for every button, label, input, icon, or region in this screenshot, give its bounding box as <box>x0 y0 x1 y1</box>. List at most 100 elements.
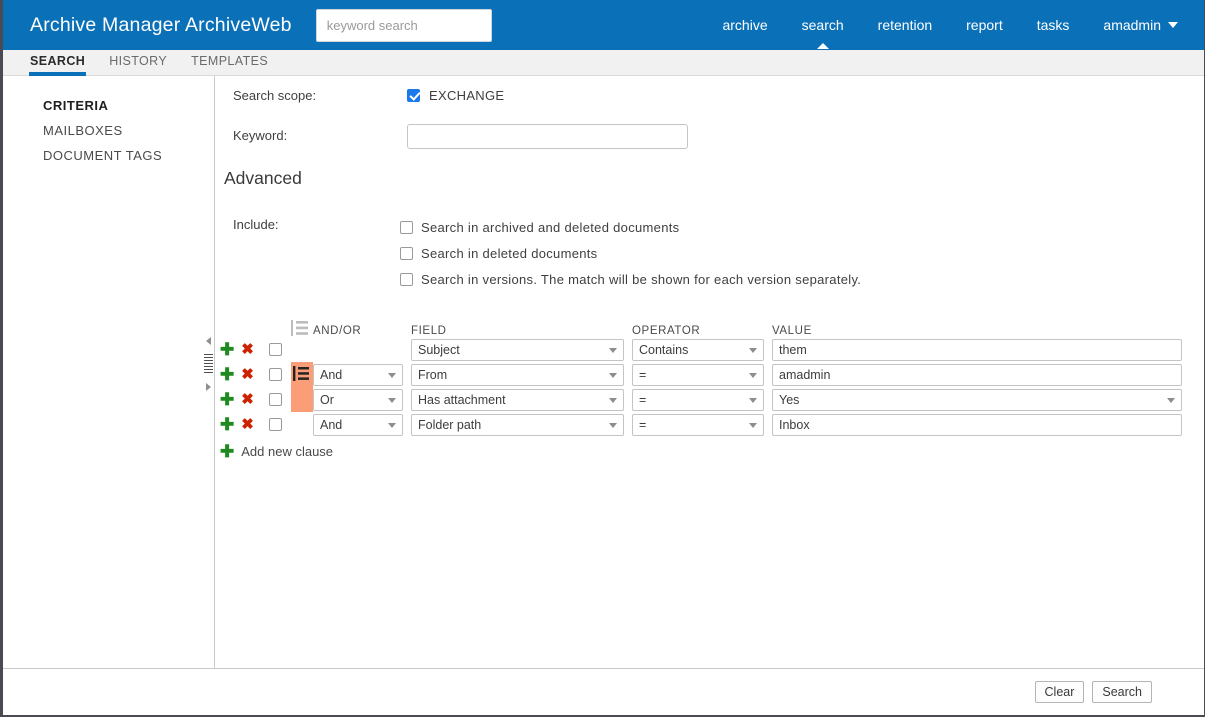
row-field-cell: Has attachment <box>411 388 632 411</box>
add-row-plus-icon[interactable]: ✚ <box>220 366 234 383</box>
clause-table-header: AND/OR FIELD OPERATOR VALUE <box>215 315 1204 337</box>
add-row-plus-icon[interactable]: ✚ <box>220 391 234 408</box>
row-actions: ✚ ✖ <box>215 391 265 408</box>
row-operator-cell: = <box>632 363 772 386</box>
row-actions: ✚ ✖ <box>215 416 265 433</box>
andor-select[interactable]: And <box>313 363 403 386</box>
table-row: ✚ ✖ Or Has attachment = Yes <box>215 387 1204 412</box>
group-clauses-icon[interactable] <box>291 319 313 337</box>
expand-right-arrow-icon[interactable] <box>206 383 211 391</box>
value-select-value: Yes <box>779 392 800 407</box>
operator-select[interactable]: = <box>632 363 764 386</box>
column-header-field: FIELD <box>411 325 447 337</box>
group-handle-icon[interactable] <box>293 366 310 381</box>
column-header-value: VALUE <box>772 325 812 337</box>
scope-exchange-label: EXCHANGE <box>429 88 505 103</box>
row-select-cell <box>265 393 291 406</box>
row-select-checkbox[interactable] <box>269 343 282 356</box>
scope-exchange-checkbox[interactable] <box>407 89 420 102</box>
value-input[interactable] <box>772 413 1182 436</box>
clear-button[interactable]: Clear <box>1034 681 1085 703</box>
include-deleted-checkbox[interactable] <box>400 246 413 260</box>
row-operator-cell: = <box>632 388 772 411</box>
field-select[interactable]: Has attachment <box>411 388 624 411</box>
nav-item-retention[interactable]: retention <box>861 0 949 50</box>
collapse-left-arrow-icon[interactable] <box>206 337 211 345</box>
section-tab-bar: SEARCH HISTORY TEMPLATES <box>3 50 1204 76</box>
field-select-value: Folder path <box>418 417 482 432</box>
field-select-value: Has attachment <box>418 392 506 407</box>
value-input[interactable] <box>772 363 1182 386</box>
sidebar-splitter-handle[interactable] <box>202 337 215 391</box>
add-row-plus-icon[interactable]: ✚ <box>220 341 234 358</box>
table-row: ✚ ✖ Subject Contains them <box>215 337 1204 362</box>
table-row: ✚ ✖ And From = amadmin <box>215 362 1204 387</box>
row-value-cell: Yes <box>772 388 1182 411</box>
sidebar-item-document-tags[interactable]: DOCUMENT TAGS <box>3 143 214 168</box>
row-value-cell <box>772 363 1182 386</box>
row-select-checkbox[interactable] <box>269 393 282 406</box>
row-actions: ✚ ✖ <box>215 366 265 383</box>
search-scope-label: Search scope: <box>233 88 317 103</box>
keyword-field-wrap <box>407 124 688 149</box>
row-group-cell[interactable] <box>291 362 313 387</box>
andor-select[interactable]: Or <box>313 388 403 411</box>
andor-select[interactable]: And <box>313 413 403 436</box>
search-scope-field: EXCHANGE <box>407 88 504 103</box>
keyword-input[interactable] <box>407 124 688 149</box>
row-actions: ✚ ✖ <box>215 341 265 358</box>
add-new-clause-button[interactable]: ✚ Add new clause <box>215 439 333 463</box>
search-button[interactable]: Search <box>1092 681 1152 703</box>
nav-item-archive[interactable]: archive <box>705 0 784 50</box>
operator-select[interactable]: = <box>632 388 764 411</box>
andor-select-value: And <box>320 367 343 382</box>
operator-select-value: = <box>639 417 647 432</box>
field-select-value: Subject <box>418 342 460 357</box>
include-archived-deleted-checkbox[interactable] <box>400 220 413 234</box>
delete-row-cross-icon[interactable]: ✖ <box>241 342 254 357</box>
delete-row-cross-icon[interactable]: ✖ <box>241 367 254 382</box>
row-andor-cell: And <box>313 363 411 386</box>
andor-select-value: Or <box>320 392 334 407</box>
row-select-checkbox[interactable] <box>269 418 282 431</box>
field-select[interactable]: Folder path <box>411 413 624 436</box>
operator-select[interactable]: Contains <box>632 338 764 361</box>
nav-item-report[interactable]: report <box>949 0 1020 50</box>
sidebar-item-mailboxes[interactable]: MAILBOXES <box>3 118 214 143</box>
include-option-row: Search in archived and deleted documents <box>400 214 861 240</box>
value-select[interactable]: Yes <box>772 388 1182 411</box>
field-select[interactable]: Subject <box>411 338 624 361</box>
row-select-cell <box>265 368 291 381</box>
tab-templates[interactable]: TEMPLATES <box>179 50 280 76</box>
row-group-cell <box>291 337 313 362</box>
tab-history[interactable]: HISTORY <box>97 50 179 76</box>
andor-select-value: And <box>320 417 343 432</box>
delete-row-cross-icon[interactable]: ✖ <box>241 417 254 432</box>
include-versions-label: Search in versions. The match will be sh… <box>421 271 862 287</box>
nav-item-search[interactable]: search <box>785 0 861 50</box>
value-input[interactable] <box>772 338 1182 361</box>
sidebar-item-criteria[interactable]: CRITERIA <box>3 93 214 118</box>
nav-item-tasks[interactable]: tasks <box>1020 0 1087 50</box>
plus-icon: ✚ <box>220 441 235 461</box>
top-navigation: archive search retention report tasks am… <box>705 0 1204 50</box>
advanced-section-title: Advanced <box>224 168 302 188</box>
action-footer: Clear Search <box>3 668 1204 715</box>
splitter-grip-icon[interactable] <box>204 353 213 375</box>
user-menu-button[interactable]: amadmin <box>1086 0 1186 50</box>
add-row-plus-icon[interactable]: ✚ <box>220 416 234 433</box>
operator-select[interactable]: = <box>632 413 764 436</box>
delete-row-cross-icon[interactable]: ✖ <box>241 392 254 407</box>
include-versions-checkbox[interactable] <box>400 272 413 286</box>
field-select[interactable]: From <box>411 363 624 386</box>
include-label: Include: <box>233 217 279 232</box>
row-value-cell <box>772 338 1182 361</box>
row-group-cell[interactable] <box>291 387 313 412</box>
global-keyword-search-input[interactable] <box>315 8 492 42</box>
row-select-checkbox[interactable] <box>269 368 282 381</box>
include-deleted-label: Search in deleted documents <box>421 245 598 261</box>
row-andor-cell: And <box>313 413 411 436</box>
clause-builder-table: AND/OR FIELD OPERATOR VALUE ✚ ✖ Subject … <box>215 315 1204 463</box>
operator-select-value: = <box>639 392 647 407</box>
tab-search[interactable]: SEARCH <box>18 50 97 76</box>
